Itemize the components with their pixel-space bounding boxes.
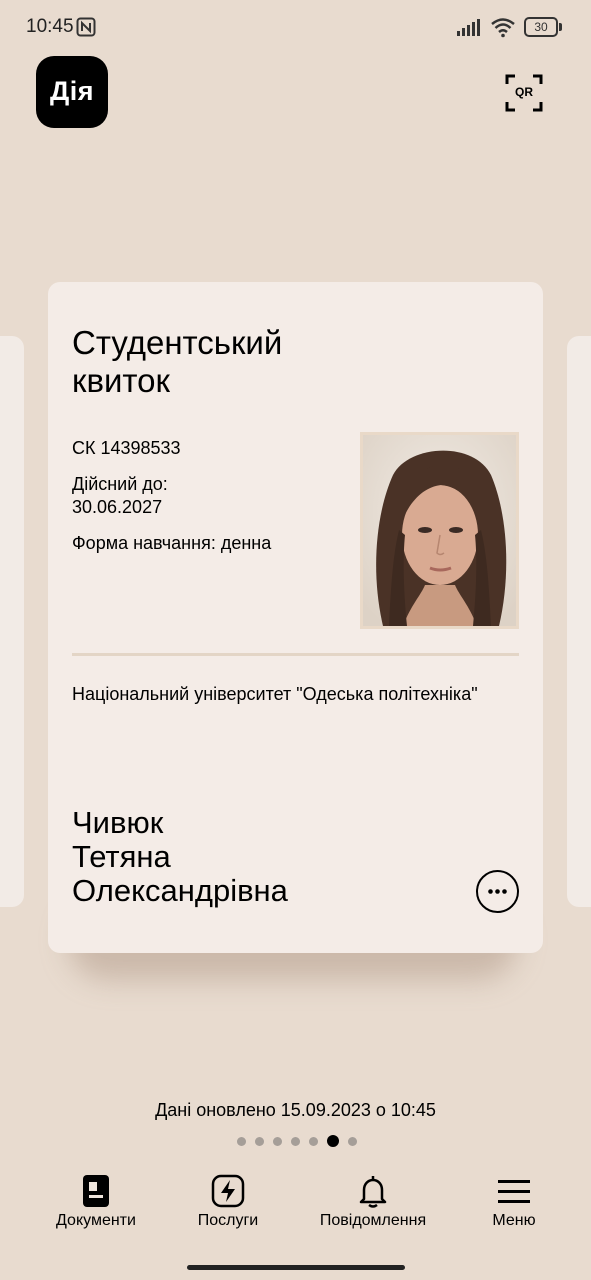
previous-document-card[interactable]	[0, 336, 24, 907]
student-id-card[interactable]: Студентський квиток СК 14398533 Дійсний …	[48, 282, 543, 953]
nav-label-services: Послуги	[197, 1212, 259, 1229]
battery-level: 30	[524, 17, 558, 37]
holder-photo	[360, 432, 519, 629]
nav-menu[interactable]: Меню	[474, 1165, 554, 1235]
bell-icon	[359, 1176, 387, 1208]
bottom-navigation: Документи Послуги Повідомлення Меню	[0, 1165, 591, 1245]
ellipsis-icon	[488, 889, 507, 894]
valid-until-date: 30.06.2027	[72, 497, 163, 517]
document-number: СК 14398533	[72, 438, 181, 458]
home-indicator[interactable]	[187, 1265, 405, 1270]
nav-services[interactable]: Послуги	[184, 1165, 272, 1235]
university-name: Національний університет "Одеська політе…	[72, 684, 478, 704]
pager-dot[interactable]	[273, 1137, 282, 1146]
pager-dot[interactable]	[237, 1137, 246, 1146]
services-icon	[211, 1174, 245, 1208]
signal-icon	[457, 19, 480, 36]
nav-label-documents: Документи	[56, 1212, 136, 1229]
qr-scan-button[interactable]: QR	[505, 74, 543, 112]
pager-dot-active[interactable]	[327, 1135, 339, 1147]
last-updated-text: Дані оновлено 15.09.2023 о 10:45	[155, 1100, 436, 1120]
menu-icon	[498, 1180, 530, 1203]
next-document-card[interactable]	[567, 336, 591, 907]
nav-label-notifications: Повідомлення	[319, 1212, 427, 1229]
pager-dot[interactable]	[255, 1137, 264, 1146]
nav-notifications[interactable]: Повідомлення	[306, 1165, 440, 1235]
holder-name: Чивюк Тетяна Олександрівна	[72, 806, 452, 908]
status-time: 10:45	[26, 16, 74, 37]
app-logo: Дія	[36, 56, 108, 128]
nav-label-menu: Меню	[492, 1212, 536, 1229]
pager-dot[interactable]	[309, 1137, 318, 1146]
wifi-icon	[491, 18, 515, 38]
valid-until-label: Дійсний до:	[72, 474, 168, 494]
last-name: Чивюк	[72, 805, 164, 840]
card-divider	[72, 653, 519, 656]
screen: 10:45 30 Дія QR Студентський квиток СК 1…	[0, 0, 591, 1280]
nav-documents[interactable]: Документи	[40, 1165, 152, 1235]
document-title: Студентський квиток	[72, 324, 283, 399]
qr-label: QR	[515, 85, 533, 99]
documents-icon	[83, 1175, 109, 1207]
pager-dot[interactable]	[348, 1137, 357, 1146]
pager-dot[interactable]	[291, 1137, 300, 1146]
patronymic: Олександрівна	[72, 873, 288, 908]
portrait-image	[363, 435, 516, 626]
first-name: Тетяна	[72, 839, 171, 874]
status-bar: 10:45 30	[0, 0, 591, 54]
more-options-button[interactable]	[476, 870, 519, 913]
study-form: Форма навчання: денна	[72, 533, 272, 553]
nfc-icon	[76, 17, 96, 37]
battery-icon: 30	[524, 17, 562, 37]
